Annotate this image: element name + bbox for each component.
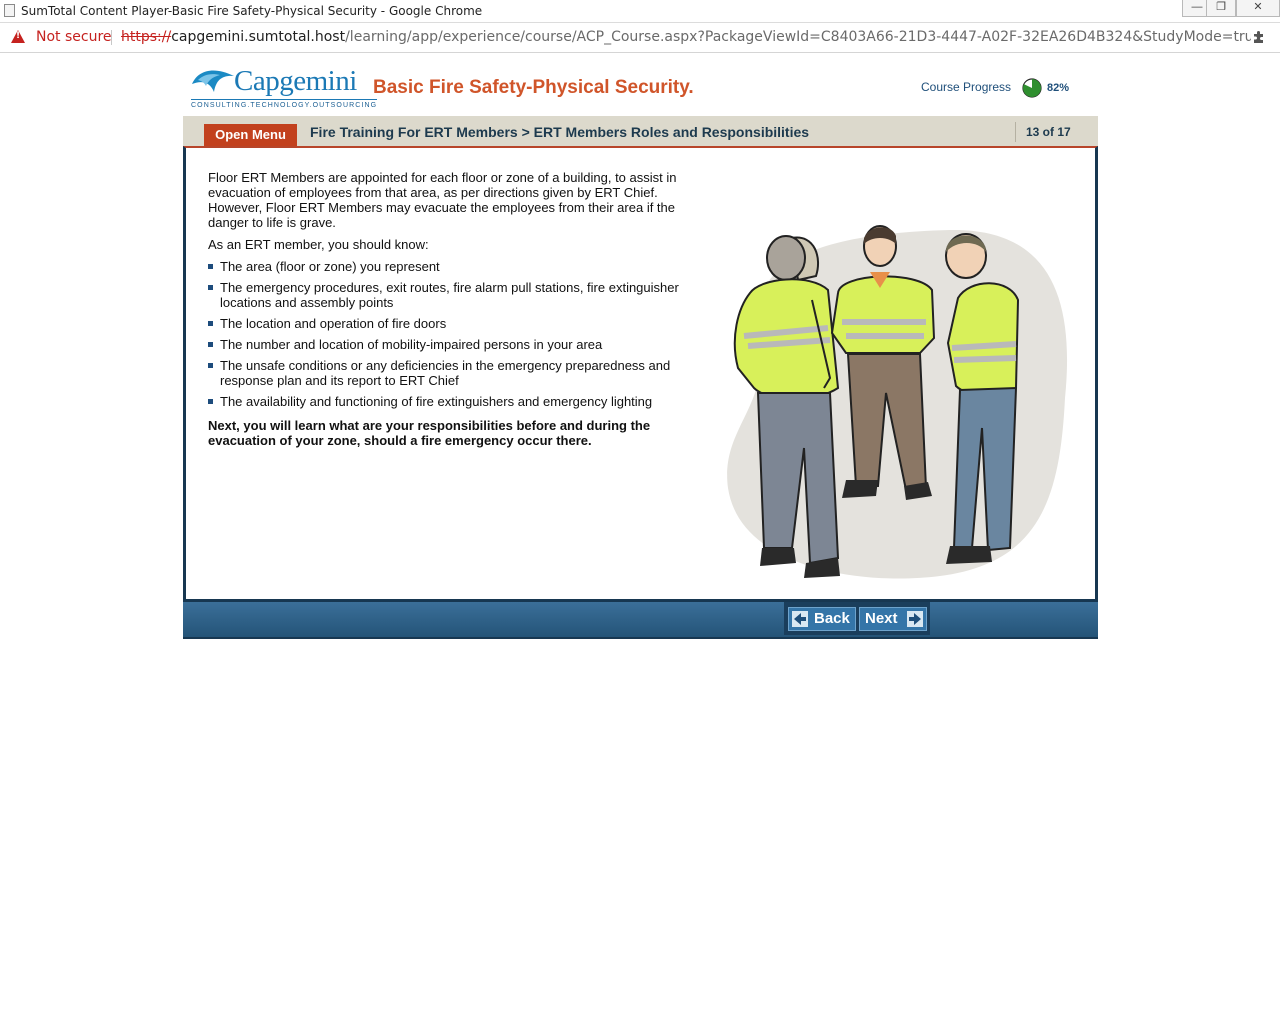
course-progress-percent: 82% [1047,82,1070,94]
knowledge-list: The area (floor or zone) you represent T… [208,259,688,409]
intro-paragraph: Floor ERT Members are appointed for each… [208,170,677,230]
window-title: SumTotal Content Player-Basic Fire Safet… [21,4,483,18]
extension-puzzle-icon[interactable] [1252,30,1266,44]
know-heading: As an ERT member, you should know: [208,237,429,252]
spade-logo-icon [192,70,234,92]
address-divider [111,30,112,45]
address-bar[interactable]: Not secure https://capgemini.sumtotal.ho… [0,23,1280,53]
url-field[interactable]: https://capgemini.sumtotal.host/learning… [121,29,1251,45]
next-button-label: Next [865,610,898,627]
logo-wordmark: Capgemini [234,65,357,97]
open-menu-button[interactable]: Open Menu [204,124,297,147]
list-item: The emergency procedures, exit routes, f… [208,280,688,310]
arrow-left-icon [792,611,808,627]
url-path: /learning/app/experience/course/ACP_Cour… [345,29,1251,45]
back-button[interactable]: Back [788,607,856,631]
course-footer: Back Next [183,602,1098,639]
list-item: The availability and functioning of fire… [208,394,688,409]
pager-divider [1015,122,1016,142]
course-title: Basic Fire Safety-Physical Security. [373,77,694,98]
arrow-right-icon [907,611,923,627]
url-host: capgemini.sumtotal.host [171,29,346,45]
list-item: The area (floor or zone) you represent [208,259,688,274]
ert-members-illustration [727,225,1068,579]
lesson-text: Floor ERT Members are appointed for each… [208,170,688,455]
close-window-icon[interactable]: ✕ [1236,0,1280,17]
next-button[interactable]: Next [859,607,927,631]
page-counter: 13 of 17 [1026,125,1071,139]
page-favicon-icon [4,4,15,17]
progress-pie-icon [1022,78,1042,98]
window-title-bar: SumTotal Content Player-Basic Fire Safet… [0,0,1280,23]
url-scheme: https:// [121,29,172,45]
capgemini-logo: Capgemini CONSULTING.TECHNOLOGY.OUTSOURC… [190,64,378,112]
warning-icon[interactable] [11,30,25,43]
course-progress-label: Course Progress [921,80,1012,94]
back-button-label: Back [814,610,850,627]
content-panel: Floor ERT Members are appointed for each… [183,146,1098,602]
security-status[interactable]: Not secure [36,29,112,45]
logo-tagline: CONSULTING.TECHNOLOGY.OUTSOURCING [191,99,378,109]
list-item: The number and location of mobility-impa… [208,337,688,352]
breadcrumb: Fire Training For ERT Members > ERT Memb… [310,124,810,140]
course-nav-bar: Open Menu Fire Training For ERT Members … [183,116,1098,147]
restore-icon[interactable]: ❐ [1206,0,1236,17]
closing-paragraph: Next, you will learn what are your respo… [208,418,651,448]
list-item: The unsafe conditions or any deficiencie… [208,358,688,388]
navigation-buttons: Back Next [784,602,930,635]
list-item: The location and operation of fire doors [208,316,688,331]
